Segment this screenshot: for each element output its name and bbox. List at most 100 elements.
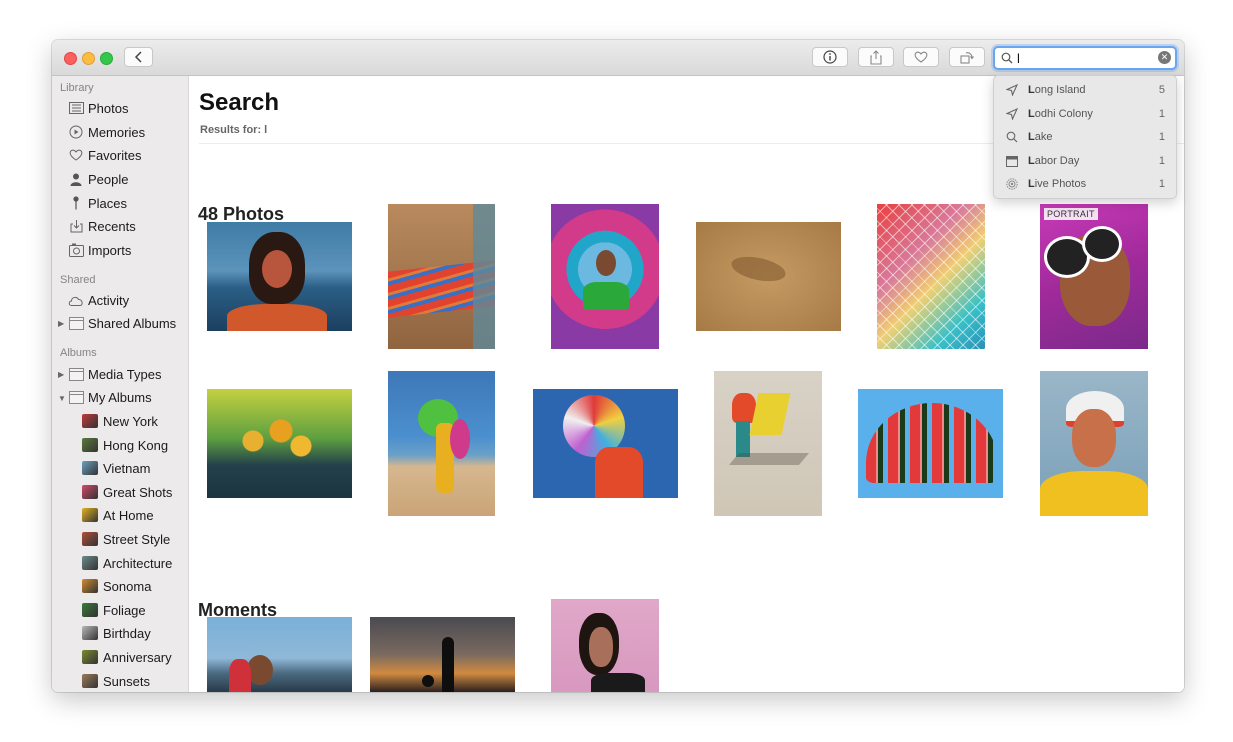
share-button[interactable] (858, 47, 894, 67)
suggestion-count: 1 (1158, 178, 1165, 190)
sidebar-item-album[interactable]: New York (82, 411, 158, 431)
location-arrow-icon (1005, 84, 1019, 96)
share-icon (870, 49, 882, 65)
person-icon (68, 172, 84, 186)
sidebar-item-label: People (88, 171, 129, 187)
info-icon (823, 50, 837, 64)
zoom-window-button[interactable] (100, 52, 113, 65)
sidebar-item-my-albums[interactable]: My Albums (68, 387, 152, 407)
suggestion-label: ive Photos (1034, 178, 1087, 190)
sidebar: Library Photos Memories Favorites People… (52, 76, 189, 692)
moment-thumbnail[interactable] (370, 617, 515, 692)
sidebar-item-activity[interactable]: Activity (68, 290, 129, 310)
recents-icon (68, 219, 84, 233)
search-icon (1005, 131, 1019, 143)
sidebar-item-media-types[interactable]: Media Types (68, 364, 161, 384)
chevron-left-icon (134, 51, 142, 63)
search-field[interactable]: ✕ (993, 46, 1177, 70)
portrait-badge: PORTRAIT (1044, 208, 1098, 220)
toolbar: ✕ (52, 40, 1184, 76)
sidebar-item-label: Architecture (103, 555, 173, 571)
photo-thumbnail[interactable] (388, 371, 495, 516)
photo-thumbnail[interactable] (551, 204, 659, 349)
search-input[interactable] (1017, 50, 1157, 66)
photo-thumbnail[interactable] (207, 389, 352, 498)
sidebar-item-label: Places (88, 195, 128, 211)
sidebar-item-memories[interactable]: Memories (68, 122, 145, 142)
minimize-window-button[interactable] (82, 52, 95, 65)
photo-thumbnail[interactable]: PORTRAIT (1040, 204, 1148, 349)
sidebar-item-album[interactable]: Street Style (82, 529, 170, 549)
suggestion-count: 1 (1158, 108, 1165, 120)
moment-thumbnail[interactable] (551, 599, 659, 692)
sidebar-item-people[interactable]: People (68, 169, 128, 189)
favorite-button[interactable] (903, 47, 939, 67)
photo-thumbnail[interactable] (877, 204, 985, 349)
sidebar-item-label: Shared Albums (88, 315, 177, 331)
suggestion-match: L (1028, 84, 1035, 96)
sidebar-item-album[interactable]: Sunsets (82, 671, 150, 691)
photo-thumbnail[interactable] (388, 204, 495, 349)
sidebar-item-label: Foliage (103, 602, 146, 618)
imports-icon (68, 243, 84, 257)
suggestion-count: 1 (1158, 155, 1165, 167)
suggestion-label: ake (1034, 131, 1053, 143)
sidebar-item-shared-albums[interactable]: Shared Albums (68, 313, 176, 333)
suggestion-item[interactable]: Long Island 5 (994, 79, 1176, 101)
sidebar-item-favorites[interactable]: Favorites (68, 145, 141, 165)
sidebar-item-label: Recents (88, 218, 136, 234)
sidebar-item-label: My Albums (88, 389, 152, 405)
suggestion-item[interactable]: Lake 1 (994, 126, 1176, 148)
suggestion-item[interactable]: Live Photos 1 (994, 173, 1176, 195)
photo-thumbnail[interactable] (714, 371, 822, 516)
close-window-button[interactable] (64, 52, 77, 65)
photo-thumbnail[interactable] (207, 222, 352, 331)
disclosure-triangle-open-icon[interactable]: ▼ (58, 394, 66, 403)
suggestion-count: 1 (1158, 131, 1165, 143)
back-button[interactable] (124, 47, 153, 67)
clear-search-button[interactable]: ✕ (1158, 51, 1171, 64)
suggestion-label: abor Day (1034, 155, 1080, 167)
suggestion-match: L (1028, 131, 1035, 143)
disclosure-triangle-icon[interactable]: ▶ (58, 370, 64, 379)
info-button[interactable] (812, 47, 848, 67)
rotate-button[interactable] (949, 47, 985, 67)
sidebar-item-label: Anniversary (103, 649, 172, 665)
album-thumbnail-icon (82, 485, 98, 499)
sidebar-section-shared: Shared (60, 274, 96, 286)
photo-thumbnail[interactable] (1040, 371, 1148, 516)
album-thumbnail-icon (82, 650, 98, 664)
sidebar-item-album[interactable]: Vietnam (82, 458, 150, 478)
cloud-icon (68, 293, 84, 307)
sidebar-item-album[interactable]: Great Shots (82, 482, 172, 502)
sidebar-item-label: Vietnam (103, 460, 151, 476)
sidebar-item-recents[interactable]: Recents (68, 216, 136, 236)
suggestion-item[interactable]: Lodhi Colony 1 (994, 103, 1176, 125)
sidebar-item-album[interactable]: Anniversary (82, 647, 172, 667)
sidebar-item-album[interactable]: Architecture (82, 553, 172, 573)
sidebar-item-photos[interactable]: Photos (68, 98, 128, 118)
photo-thumbnail[interactable] (533, 389, 678, 498)
suggestion-label: odhi Colony (1034, 108, 1093, 120)
album-thumbnail-icon (82, 532, 98, 546)
album-thumbnail-icon (82, 438, 98, 452)
sidebar-section-albums: Albums (60, 347, 97, 359)
sidebar-item-album[interactable]: Birthday (82, 623, 151, 643)
sidebar-item-imports[interactable]: Imports (68, 240, 131, 260)
sidebar-item-label: Activity (88, 292, 130, 308)
disclosure-triangle-icon[interactable]: ▶ (58, 319, 64, 328)
sidebar-item-album[interactable]: Foliage (82, 600, 146, 620)
results-for-label: Results for: l (200, 124, 268, 136)
suggestion-item[interactable]: Labor Day 1 (994, 150, 1176, 172)
sidebar-item-album[interactable]: Hong Kong (82, 435, 168, 455)
photo-thumbnail[interactable] (696, 222, 841, 331)
sidebar-item-label: Sunsets (103, 673, 150, 689)
album-thumbnail-icon (82, 579, 98, 593)
sidebar-item-places[interactable]: Places (68, 193, 127, 213)
album-thumbnail-icon (82, 508, 98, 522)
sidebar-item-album[interactable]: Sonoma (82, 576, 151, 596)
photo-thumbnail[interactable] (858, 389, 1003, 498)
sidebar-item-album[interactable]: At Home (82, 505, 154, 525)
moment-thumbnail[interactable] (207, 617, 352, 692)
heart-icon (68, 148, 84, 162)
